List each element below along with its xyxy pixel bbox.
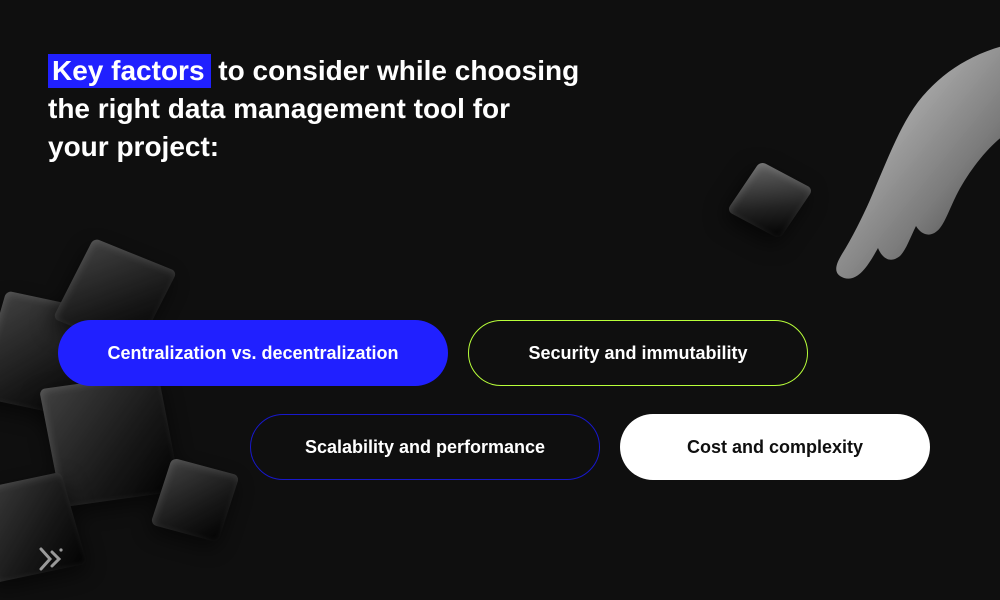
factor-pill-cost: Cost and complexity xyxy=(620,414,930,480)
pill-label: Security and immutability xyxy=(528,343,747,364)
logo-icon xyxy=(38,546,64,572)
cube-cluster-decoration xyxy=(0,240,240,580)
title-line2: the right data management tool for xyxy=(48,93,510,124)
page-title: Key factors to consider while choosing t… xyxy=(48,52,579,165)
factor-pill-centralization: Centralization vs. decentralization xyxy=(58,320,448,386)
factor-pill-security: Security and immutability xyxy=(468,320,808,386)
pill-label: Cost and complexity xyxy=(687,437,863,458)
pill-label: Centralization vs. decentralization xyxy=(107,343,398,364)
hand-decoration-icon xyxy=(750,40,1000,300)
title-line3: your project: xyxy=(48,131,219,162)
factor-pill-scalability: Scalability and performance xyxy=(250,414,600,480)
title-highlight: Key factors xyxy=(48,54,211,88)
title-line1-rest: to consider while choosing xyxy=(211,55,580,86)
pill-label: Scalability and performance xyxy=(305,437,545,458)
